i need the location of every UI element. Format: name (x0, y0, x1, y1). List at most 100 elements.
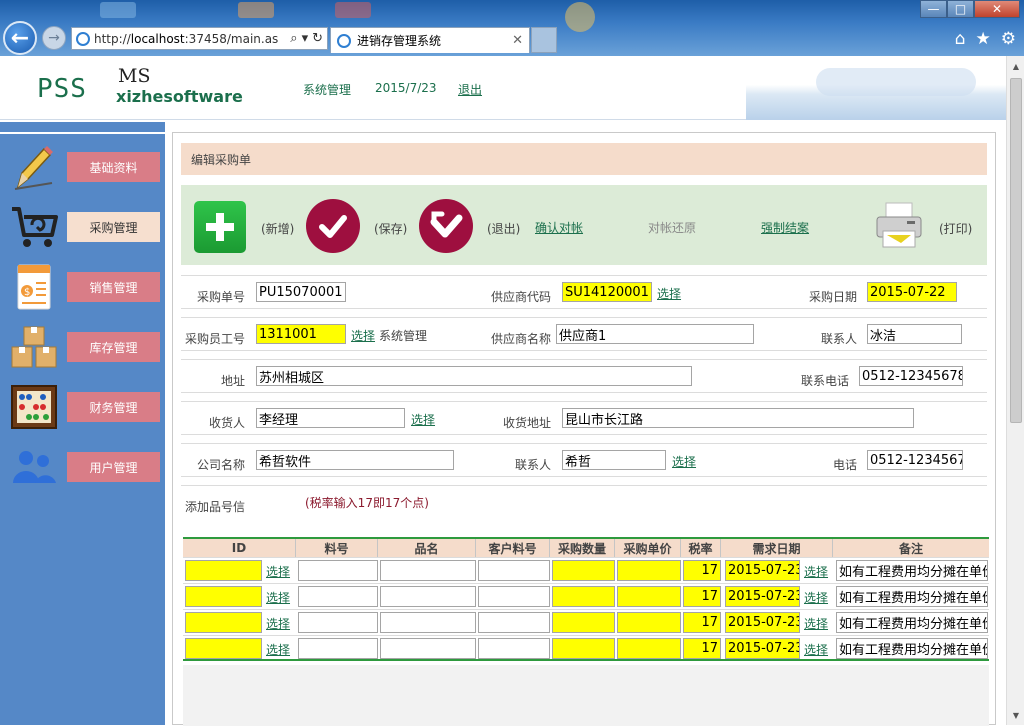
force-close-link[interactable]: 强制结案 (761, 219, 809, 236)
search-icon[interactable]: ⌕ (290, 31, 297, 46)
row-customer-part-no-input[interactable] (478, 638, 550, 659)
phone-input[interactable]: 0512-12345678 (859, 366, 963, 386)
purchase-date-input[interactable]: 2015-07-22 (867, 282, 957, 302)
minimize-button[interactable]: — (920, 0, 947, 18)
row-unit-price-input[interactable] (617, 638, 681, 659)
row-id-input[interactable] (185, 612, 262, 633)
row-product-name-input[interactable] (380, 560, 476, 581)
buyer-name: 系统管理 (379, 329, 428, 343)
row-remark-input[interactable]: 如有工程费用均分摊在单价 (836, 586, 988, 607)
sidebar-item-purchase[interactable]: 采购管理 (0, 200, 165, 254)
supplier-name-input[interactable]: 供应商1 (556, 324, 754, 344)
row-part-no-input[interactable] (298, 560, 378, 581)
buyer-id-input[interactable]: 1311001 (256, 324, 346, 344)
row-quantity-input[interactable] (552, 586, 615, 607)
select-company-contact-link[interactable]: 选择 (672, 453, 696, 470)
select-receiver-link[interactable]: 选择 (411, 411, 435, 428)
row-date-input[interactable]: 2015-07-23 (725, 560, 800, 581)
row-date-select-link[interactable]: 选择 (804, 615, 828, 632)
row-customer-part-no-input[interactable] (478, 586, 550, 607)
row-quantity-input[interactable] (552, 638, 615, 659)
row-part-no-input[interactable] (298, 586, 378, 607)
row-date-input[interactable]: 2015-07-23 (725, 586, 800, 607)
select-buyer-link[interactable]: 选择 (351, 327, 375, 344)
buyer-id-label: 采购员工号 (185, 332, 246, 346)
row-customer-part-no-input[interactable] (478, 612, 550, 633)
row-unit-price-input[interactable] (617, 560, 681, 581)
select-supplier-link[interactable]: 选择 (657, 285, 681, 302)
row-id-input[interactable] (185, 638, 262, 659)
sidebar-item-basic-data[interactable]: 基础资料 (0, 140, 165, 194)
company-input[interactable]: 希哲软件 (256, 450, 454, 470)
row-date-input[interactable]: 2015-07-23 (725, 638, 800, 659)
reconcile-restore-link[interactable]: 对帐还原 (648, 219, 696, 236)
row-select-link[interactable]: 选择 (266, 589, 290, 606)
contact-label: 联系人 (821, 332, 858, 346)
home-icon[interactable]: ⌂ (955, 29, 966, 49)
company-contact-input[interactable]: 希哲 (562, 450, 666, 470)
row-select-link[interactable]: 选择 (266, 563, 290, 580)
page-scrollbar[interactable]: ▲ ▼ (1006, 56, 1024, 725)
row-tax-input[interactable]: 17 (683, 612, 721, 633)
row-date-select-link[interactable]: 选择 (804, 589, 828, 606)
row-id-input[interactable] (185, 586, 262, 607)
row-part-no-input[interactable] (298, 638, 378, 659)
row-tax-input[interactable]: 17 (683, 586, 721, 607)
sidebar-item-inventory[interactable]: 库存管理 (0, 320, 165, 374)
row-date-input[interactable]: 2015-07-23 (725, 612, 800, 633)
scroll-down-icon[interactable]: ▼ (1007, 707, 1024, 723)
new-tab-button[interactable] (531, 27, 557, 53)
refresh-icon[interactable]: ↻ (312, 31, 323, 46)
save-button[interactable] (306, 199, 360, 253)
row-select-link[interactable]: 选择 (266, 641, 290, 658)
print-button[interactable] (873, 199, 925, 251)
row-remark-input[interactable]: 如有工程费用均分摊在单价 (836, 638, 988, 659)
row-tax-input[interactable]: 17 (683, 560, 721, 581)
row-product-name-input[interactable] (380, 638, 476, 659)
forward-button[interactable]: → (42, 26, 66, 50)
row-quantity-input[interactable] (552, 560, 615, 581)
receive-address-input[interactable]: 昆山市长江路 (562, 408, 914, 428)
scroll-up-icon[interactable]: ▲ (1007, 58, 1024, 74)
sidebar-item-users[interactable]: 用户管理 (0, 440, 165, 494)
sidebar-item-finance[interactable]: 财务管理 (0, 380, 165, 434)
print-button-label: (打印) (939, 222, 973, 236)
confirm-reconcile-link[interactable]: 确认对帐 (535, 219, 583, 236)
row-customer-part-no-input[interactable] (478, 560, 550, 581)
row-unit-price-input[interactable] (617, 586, 681, 607)
row-part-no-input[interactable] (298, 612, 378, 633)
row-date-select-link[interactable]: 选择 (804, 641, 828, 658)
row-id-input[interactable] (185, 560, 262, 581)
add-button[interactable] (194, 201, 246, 253)
receiver-input[interactable]: 李经理 (256, 408, 405, 428)
settings-gear-icon[interactable]: ⚙ (1001, 29, 1016, 49)
address-url[interactable]: http://localhost:37458/main.as (94, 32, 290, 46)
add-item-label: 添加品号信 (185, 500, 246, 514)
close-window-button[interactable]: ✕ (974, 0, 1020, 18)
row-date-select-link[interactable]: 选择 (804, 563, 828, 580)
maximize-button[interactable]: □ (947, 0, 974, 18)
close-tab-icon[interactable]: ✕ (512, 33, 523, 48)
address-input[interactable]: 苏州相城区 (256, 366, 692, 386)
company-phone-input[interactable]: 0512-12345678 (867, 450, 963, 470)
row-product-name-input[interactable] (380, 612, 476, 633)
row-tax-input[interactable]: 17 (683, 638, 721, 659)
dropdown-icon[interactable]: ▾ (302, 31, 309, 46)
supplier-code-input[interactable]: SU14120001 (562, 282, 652, 302)
row-select-link[interactable]: 选择 (266, 615, 290, 632)
row-quantity-input[interactable] (552, 612, 615, 633)
row-remark-input[interactable]: 如有工程费用均分摊在单价 (836, 560, 988, 581)
favorites-star-icon[interactable]: ★ (976, 29, 991, 49)
browser-tab[interactable]: 进销存管理系统 ✕ (330, 27, 530, 53)
logout-link[interactable]: 退出 (458, 81, 482, 98)
row-remark-input[interactable]: 如有工程费用均分摊在单价 (836, 612, 988, 633)
address-bar[interactable]: http://localhost:37458/main.as ⌕ ▾ ↻ (71, 27, 328, 50)
scrollbar-thumb[interactable] (1010, 78, 1022, 423)
sidebar-item-sales[interactable]: $ 销售管理 (0, 260, 165, 314)
order-no-input[interactable]: PU15070001 (256, 282, 346, 302)
exit-button[interactable] (419, 199, 473, 253)
row-product-name-input[interactable] (380, 586, 476, 607)
back-button[interactable]: ← (3, 21, 37, 55)
contact-input[interactable]: 冰洁 (867, 324, 962, 344)
row-unit-price-input[interactable] (617, 612, 681, 633)
